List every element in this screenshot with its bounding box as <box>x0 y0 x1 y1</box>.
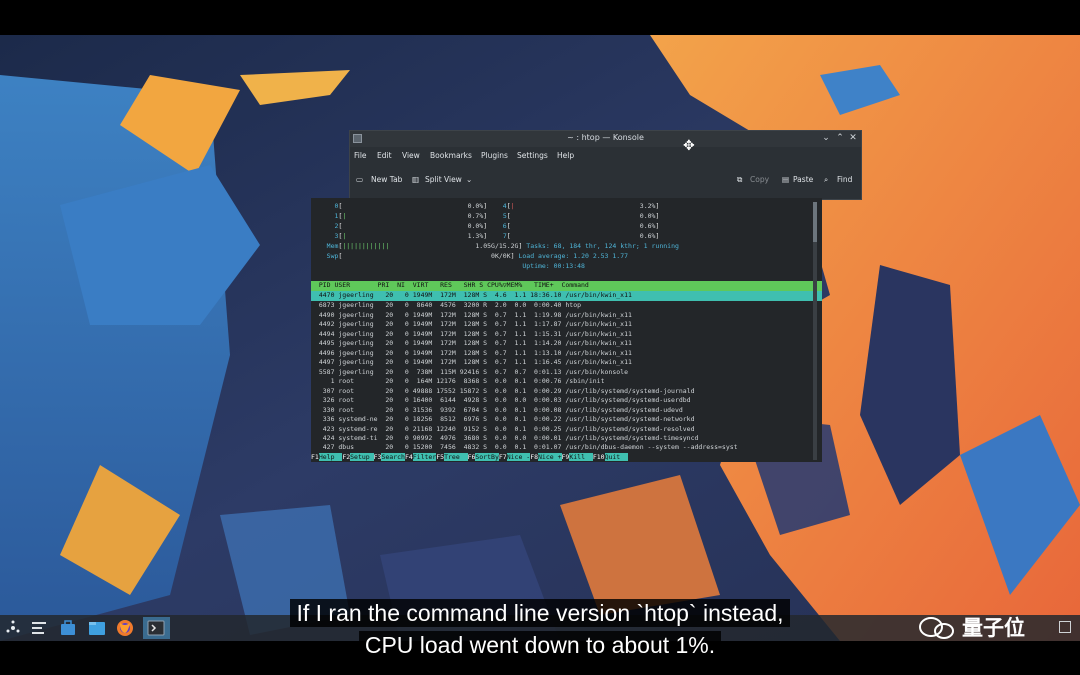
process-row-selected[interactable]: 4470 jgeerling 20 0 1949M 172M 128M S 4.… <box>311 291 822 301</box>
menu-help[interactable]: Help <box>557 151 574 160</box>
fkey-f7[interactable]: F7Nice - <box>499 453 531 461</box>
uptime-text: Uptime: 00:13:48 <box>522 262 585 270</box>
window-title: ~ : htop — Konsole <box>567 133 644 142</box>
process-row[interactable]: 4492 jgeerling 20 0 1949M 172M 128M S 0.… <box>311 320 822 330</box>
cpu-6-value: 0.6% <box>639 222 656 230</box>
swp-value: 0K/0K <box>491 252 511 260</box>
fkey-f9[interactable]: F9Kill <box>562 453 593 461</box>
mem-label: Mem <box>326 242 339 250</box>
process-row[interactable]: 6873 jgeerling 20 0 8640 4576 3200 R 2.0… <box>311 301 822 311</box>
cpu-5-value: 0.0% <box>639 212 656 220</box>
fkey-f4[interactable]: F4Filter <box>405 453 437 461</box>
konsole-titlebar[interactable]: ~ : htop — Konsole ⌄ ⌃ ✕ <box>350 131 861 147</box>
wechat-logo-icon <box>919 617 954 639</box>
fkey-f8[interactable]: F8Nice + <box>530 453 562 461</box>
menubar: File Edit View Bookmarks Plugins Setting… <box>350 147 861 165</box>
mem-value: 1.05G/15.2G <box>475 242 519 250</box>
load-average-text: Load average: 1.20 2.53 1.77 <box>518 252 629 260</box>
menu-bookmarks[interactable]: Bookmarks <box>430 151 472 160</box>
tasks-text: Tasks: 68, 184 thr, 124 kthr; 1 running <box>526 242 679 250</box>
letterbox-bottom <box>0 641 1080 675</box>
cpu-3-value: 1.3% <box>467 232 484 240</box>
paste-icon: ▤ <box>782 175 790 184</box>
process-table-header[interactable]: PID USER PRI NI VIRT RES SHR S CPU%▽MEM%… <box>311 281 822 291</box>
copy-icon: ⧉ <box>737 175 743 184</box>
terminal-scrollbar-thumb[interactable] <box>813 202 817 242</box>
cpu-7-value: 0.6% <box>639 232 656 240</box>
new-tab-button[interactable]: New Tab <box>371 175 402 184</box>
close-button[interactable]: ✕ <box>847 132 859 145</box>
search-icon: ⌕ <box>824 175 829 184</box>
find-button[interactable]: Find <box>837 175 852 184</box>
split-view-icon: ▥ <box>412 175 420 184</box>
fkey-f3[interactable]: F3Search <box>374 453 405 461</box>
function-key-bar: F1Help F2Setup F3SearchF4FilterF5Tree F6… <box>311 452 822 462</box>
launcher-icon[interactable] <box>4 619 22 637</box>
process-row[interactable]: 326 root 20 0 16400 6144 4928 S 0.0 0.0 … <box>311 396 822 406</box>
menu-plugins[interactable]: Plugins <box>481 151 508 160</box>
cpu-0-value: 0.0% <box>467 202 484 210</box>
maximize-button[interactable]: ⌃ <box>834 132 846 145</box>
process-row[interactable]: 336 systemd-ne 20 0 18256 8512 6976 S 0.… <box>311 415 822 425</box>
task-manager-icon[interactable] <box>30 619 48 637</box>
chevron-down-icon[interactable]: ⌄ <box>466 175 472 184</box>
fkey-f2[interactable]: F2Setup <box>342 453 374 461</box>
split-view-button[interactable]: Split View <box>425 175 462 184</box>
menu-view[interactable]: View <box>402 151 420 160</box>
konsole-icon[interactable] <box>147 619 165 637</box>
tray-window-icon[interactable] <box>1059 621 1071 633</box>
fkey-f6[interactable]: F6SortBy <box>468 453 499 461</box>
process-row[interactable]: 1 root 20 0 164M 12176 8368 S 0.0 0.1 0:… <box>311 377 822 387</box>
process-row[interactable]: 4497 jgeerling 20 0 1949M 172M 128M S 0.… <box>311 358 822 368</box>
menu-settings[interactable]: Settings <box>517 151 548 160</box>
cpu-4-value: 3.2% <box>639 202 656 210</box>
firefox-icon[interactable] <box>116 619 134 637</box>
terminal-area[interactable]: 0[ 0.0%] 4[| 3.2%] 1[| 0.7%] 5[ 0.0%] 2[ <box>311 198 822 462</box>
menu-file[interactable]: File <box>354 151 367 160</box>
file-manager-icon[interactable] <box>88 619 106 637</box>
paste-button[interactable]: Paste <box>793 175 813 184</box>
cpu-2-value: 0.0% <box>467 222 484 230</box>
process-row[interactable]: 4495 jgeerling 20 0 1949M 172M 128M S 0.… <box>311 339 822 349</box>
mem-bar: |||||||||||| <box>342 242 390 250</box>
move-cursor-icon: ✥ <box>683 138 695 154</box>
fkey-f10[interactable]: F10Quit <box>593 453 629 461</box>
new-tab-icon: ▭ <box>356 175 364 184</box>
cpu-1-value: 0.7% <box>467 212 484 220</box>
copy-button[interactable]: Copy <box>750 175 769 184</box>
menu-edit[interactable]: Edit <box>377 151 392 160</box>
toolbar: ▭ New Tab ▥ Split View ⌄ ⧉ Copy ▤ Paste … <box>350 166 861 196</box>
store-icon[interactable] <box>59 619 77 637</box>
konsole-window: ~ : htop — Konsole ⌄ ⌃ ✕ File Edit View … <box>349 130 862 200</box>
watermark-text: 量子位 <box>962 616 1025 640</box>
swp-label: Swp <box>326 252 339 260</box>
fkey-f1[interactable]: F1Help <box>311 453 343 461</box>
fkey-f5[interactable]: F5Tree <box>436 453 468 461</box>
letterbox-top <box>0 0 1080 35</box>
minimize-button[interactable]: ⌄ <box>820 132 832 145</box>
